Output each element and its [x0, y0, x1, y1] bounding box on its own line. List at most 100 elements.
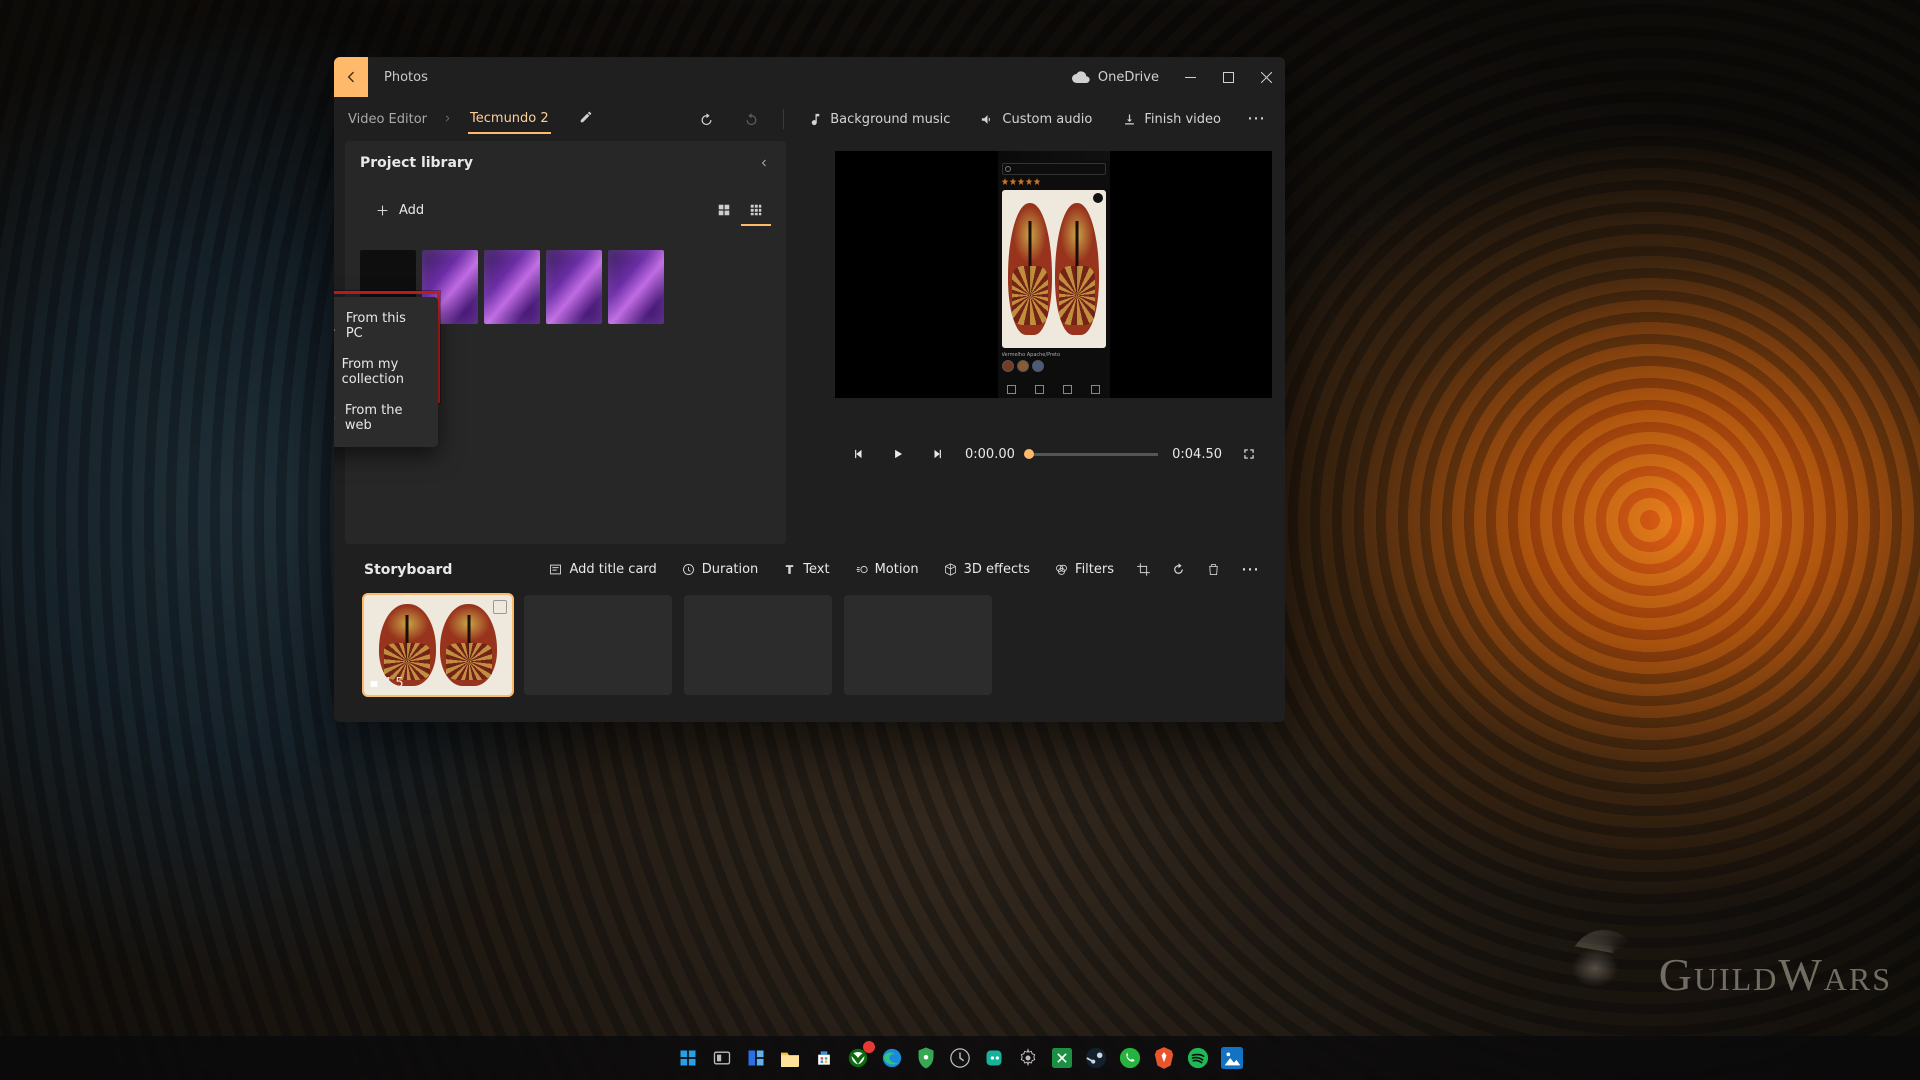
- rotate-icon: [1171, 562, 1186, 577]
- menu-from-this-pc[interactable]: From this PC: [334, 303, 438, 349]
- play-button[interactable]: [885, 441, 911, 467]
- next-frame-button[interactable]: [925, 441, 951, 467]
- photos-app-window: Photos OneDrive Video Editor Tecmundo 2: [334, 57, 1285, 722]
- clip-checkbox[interactable]: [493, 600, 507, 614]
- pc-icon: [334, 319, 336, 333]
- plus-icon: [376, 204, 389, 217]
- preview-area: Vermelho Apache/Preto 0:00.00: [822, 141, 1285, 544]
- clip-placeholder-4[interactable]: [844, 595, 992, 695]
- xbox-button[interactable]: [844, 1044, 872, 1072]
- seek-bar[interactable]: [1029, 453, 1158, 456]
- preview-frame: Vermelho Apache/Preto: [835, 151, 1272, 398]
- brave-button[interactable]: [1150, 1044, 1178, 1072]
- add-button[interactable]: Add: [360, 193, 440, 228]
- crop-button[interactable]: [1130, 556, 1157, 583]
- app-title: Photos: [384, 70, 428, 85]
- clip-placeholder-3[interactable]: [684, 595, 832, 695]
- motion-button[interactable]: Motion: [846, 556, 927, 583]
- clip-1[interactable]: 4.5: [364, 595, 512, 695]
- view-large-button[interactable]: [709, 196, 739, 226]
- trash-icon: [1206, 562, 1221, 577]
- chevron-left-icon: [759, 157, 769, 169]
- fullscreen-button[interactable]: [1236, 441, 1262, 467]
- cloud-icon: [1072, 71, 1090, 83]
- menu-from-web[interactable]: From the web: [334, 395, 438, 441]
- storyboard-panel: Storyboard Add title card Duration Text …: [334, 544, 1285, 722]
- player-controls: 0:00.00 0:04.50: [835, 434, 1272, 474]
- streamlabs-button[interactable]: [980, 1044, 1008, 1072]
- menu-from-collection[interactable]: From my collection: [334, 349, 438, 395]
- music-icon: [808, 112, 823, 127]
- variant-label: Vermelho Apache/Preto: [1002, 352, 1106, 358]
- share-icon: [1093, 193, 1103, 203]
- clock-icon: [681, 562, 696, 577]
- filters-button[interactable]: Filters: [1046, 556, 1122, 583]
- custom-audio-button[interactable]: Custom audio: [970, 106, 1102, 133]
- storyboard-clips: 4.5: [364, 595, 1265, 695]
- redo-button: [734, 106, 769, 133]
- microsoft-store-button[interactable]: [810, 1044, 838, 1072]
- undo-button[interactable]: [689, 106, 724, 133]
- text-icon: [782, 562, 797, 577]
- library-thumb-3[interactable]: [484, 250, 540, 324]
- current-time: 0:00.00: [965, 447, 1015, 462]
- more-button[interactable]: ⋯: [1241, 108, 1271, 130]
- command-bar: Video Editor Tecmundo 2 Background music…: [334, 97, 1285, 141]
- breadcrumb-video-editor[interactable]: Video Editor: [348, 112, 427, 127]
- settings-button[interactable]: [1014, 1044, 1042, 1072]
- taskbar-widgets[interactable]: [742, 1044, 770, 1072]
- text-button[interactable]: Text: [774, 556, 837, 583]
- window-close-button[interactable]: [1247, 57, 1285, 97]
- duration-button[interactable]: Duration: [673, 556, 766, 583]
- library-thumb-5[interactable]: [608, 250, 664, 324]
- add-source-menu: From this PC From my collection From the…: [334, 297, 438, 447]
- window-minimize-button[interactable]: [1171, 57, 1209, 97]
- photos-taskbar-button[interactable]: [1218, 1044, 1246, 1072]
- title-card-icon: [548, 562, 563, 577]
- minimize-icon: [1185, 77, 1196, 78]
- windows-icon: [678, 1048, 698, 1068]
- storyboard-heading: Storyboard: [364, 562, 452, 578]
- clip-duration-badge: 4.5: [369, 676, 404, 691]
- prev-frame-button[interactable]: [845, 441, 871, 467]
- storyboard-more-button[interactable]: ⋯: [1235, 559, 1265, 581]
- task-view-button[interactable]: [708, 1044, 736, 1072]
- view-toggle: [709, 196, 771, 226]
- preview-phone-mock: Vermelho Apache/Preto: [998, 151, 1110, 398]
- file-explorer-button[interactable]: [776, 1044, 804, 1072]
- add-title-card-button[interactable]: Add title card: [540, 556, 664, 583]
- crop-icon: [1136, 562, 1151, 577]
- steam-button[interactable]: [1082, 1044, 1110, 1072]
- search-icon: [1005, 166, 1011, 172]
- audio-icon: [980, 112, 995, 127]
- window-maximize-button[interactable]: [1209, 57, 1247, 97]
- close-icon: [1261, 72, 1272, 83]
- back-button[interactable]: [334, 57, 368, 97]
- collapse-panel-button[interactable]: [754, 153, 774, 173]
- delete-button[interactable]: [1200, 556, 1227, 583]
- excel-button[interactable]: [1048, 1044, 1076, 1072]
- export-icon: [1122, 112, 1137, 127]
- clock-app-button[interactable]: [946, 1044, 974, 1072]
- finish-video-button[interactable]: Finish video: [1112, 106, 1231, 133]
- spotify-button[interactable]: [1184, 1044, 1212, 1072]
- project-library-panel: Project library Add: [345, 141, 786, 544]
- library-thumb-4[interactable]: [546, 250, 602, 324]
- 3d-effects-button[interactable]: 3D effects: [935, 556, 1038, 583]
- total-time: 0:04.50: [1172, 447, 1222, 462]
- security-button[interactable]: [912, 1044, 940, 1072]
- start-button[interactable]: [674, 1044, 702, 1072]
- rename-icon[interactable]: [579, 110, 593, 128]
- add-menu-annotation-group: 1. 2. 3. From this PC From my collection: [334, 297, 477, 447]
- edge-button[interactable]: [878, 1044, 906, 1072]
- titlebar: Photos OneDrive: [334, 57, 1285, 97]
- onedrive-button[interactable]: OneDrive: [1072, 57, 1159, 97]
- background-music-button[interactable]: Background music: [798, 106, 960, 133]
- rotate-button[interactable]: [1165, 556, 1192, 583]
- project-name-input[interactable]: Tecmundo 2: [468, 105, 551, 134]
- view-small-button[interactable]: [741, 196, 771, 226]
- motion-icon: [854, 562, 869, 577]
- maximize-icon: [1223, 72, 1234, 83]
- whatsapp-button[interactable]: [1116, 1044, 1144, 1072]
- clip-placeholder-2[interactable]: [524, 595, 672, 695]
